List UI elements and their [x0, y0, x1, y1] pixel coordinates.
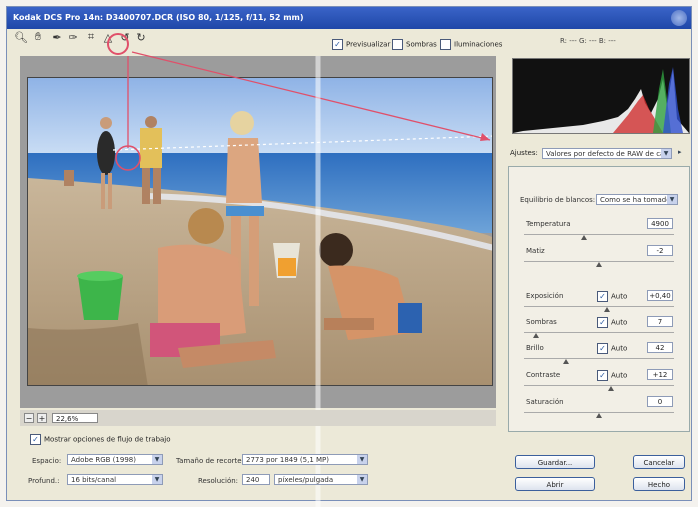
settings-dropdown[interactable]: Valores por defecto de RAW de cám ▼ [542, 148, 672, 159]
adjustment-value[interactable]: 7 [647, 316, 673, 327]
slider-thumb[interactable] [596, 262, 602, 267]
settings-label: Ajustes: [510, 149, 538, 157]
auto-label: Auto [611, 344, 628, 353]
zoom-bar: − + 22,6% [20, 410, 496, 426]
crop-size-dropdown[interactable]: 2773 por 1849 (5,1 MP) ▼ [242, 454, 368, 465]
chevron-down-icon: ▼ [357, 455, 367, 464]
zoom-in-icon[interactable]: + [37, 413, 47, 423]
resolution-input[interactable]: 240 [242, 474, 270, 485]
white-balance-label: Equilibrio de blancos: [520, 196, 596, 204]
space-value: Adobe RGB (1998) [71, 456, 136, 464]
adjustment-value[interactable]: 4900 [647, 218, 673, 229]
adjustment-value[interactable]: 0 [647, 396, 673, 407]
white-balance-value: Como se ha tomado [600, 196, 671, 204]
zoom-value[interactable]: 22,6% [52, 413, 98, 423]
auto-checkbox[interactable]: ✓ Auto [597, 343, 627, 354]
open-button[interactable]: Abrir [515, 477, 595, 491]
adjustment-slider[interactable] [524, 358, 674, 359]
settings-menu-icon[interactable]: ▸ [678, 148, 682, 156]
chevron-down-icon: ▼ [661, 149, 671, 158]
auto-check-icon[interactable]: ✓ [597, 370, 608, 381]
auto-label: Auto [611, 292, 628, 301]
auto-label: Auto [611, 318, 628, 327]
zoom-out-icon[interactable]: − [24, 413, 34, 423]
auto-checkbox[interactable]: ✓ Auto [597, 370, 627, 381]
depth-dropdown[interactable]: 16 bits/canal ▼ [67, 474, 163, 485]
white-balance-dropdown[interactable]: Como se ha tomado ▼ [596, 194, 678, 205]
adjustment-slider[interactable] [524, 234, 674, 235]
slider-thumb[interactable] [603, 307, 610, 312]
depth-value: 16 bits/canal [71, 476, 117, 484]
auto-check-icon[interactable]: ✓ [597, 317, 608, 328]
adjustment-label: Sombras [526, 318, 557, 326]
adjustment-label: Exposición [526, 292, 564, 300]
auto-checkbox[interactable]: ✓ Auto [597, 291, 627, 302]
resolution-label: Resolución: [198, 477, 239, 485]
auto-checkbox[interactable]: ✓ Auto [597, 317, 627, 328]
histogram-graph [513, 67, 689, 133]
auto-check-icon[interactable]: ✓ [597, 291, 608, 302]
space-label: Espacio: [32, 457, 62, 465]
slider-thumb[interactable] [563, 359, 569, 364]
adjustment-label: Brillo [526, 344, 544, 352]
adjustment-label: Contraste [526, 371, 561, 379]
depth-label: Profund.: [28, 477, 60, 485]
workflow-label: Mostrar opciones de flujo de trabajo [44, 435, 171, 444]
auto-label: Auto [611, 371, 628, 380]
slider-thumb[interactable] [581, 235, 587, 240]
resolution-unit-value: píxeles/pulgada [278, 476, 334, 484]
adjustment-slider[interactable] [524, 306, 674, 307]
histogram [512, 58, 690, 134]
done-button[interactable]: Hecho [633, 477, 685, 491]
space-dropdown[interactable]: Adobe RGB (1998) ▼ [67, 454, 163, 465]
settings-value: Valores por defecto de RAW de cám [546, 150, 672, 158]
chevron-down-icon: ▼ [152, 455, 162, 464]
chevron-down-icon: ▼ [667, 195, 677, 204]
slider-thumb[interactable] [533, 333, 539, 338]
auto-check-icon[interactable]: ✓ [597, 343, 608, 354]
adjustment-value[interactable]: 42 [647, 342, 673, 353]
crop-size-label: Tamaño de recorte: [176, 457, 244, 465]
adjustment-slider[interactable] [524, 332, 674, 333]
workflow-checkbox[interactable]: ✓ [30, 434, 41, 445]
adjustment-value[interactable]: +0,40 [647, 290, 673, 301]
slider-thumb[interactable] [596, 413, 602, 418]
save-button[interactable]: Guardar... [515, 455, 595, 469]
adjustment-label: Saturación [526, 398, 564, 406]
chevron-down-icon: ▼ [357, 475, 367, 484]
adjustment-label: Temperatura [526, 220, 571, 228]
resolution-unit-dropdown[interactable]: píxeles/pulgada ▼ [274, 474, 368, 485]
chevron-down-icon: ▼ [152, 475, 162, 484]
slider-thumb[interactable] [608, 386, 614, 391]
adjustment-value[interactable]: +12 [647, 369, 673, 380]
workflow-option[interactable]: ✓ Mostrar opciones de flujo de trabajo [30, 434, 171, 445]
crop-size-value: 2773 por 1849 (5,1 MP) [246, 456, 329, 464]
adjustment-label: Matiz [526, 247, 545, 255]
cancel-button[interactable]: Cancelar [633, 455, 685, 469]
adjustment-value[interactable]: -2 [647, 245, 673, 256]
adjustment-slider[interactable] [524, 385, 674, 386]
